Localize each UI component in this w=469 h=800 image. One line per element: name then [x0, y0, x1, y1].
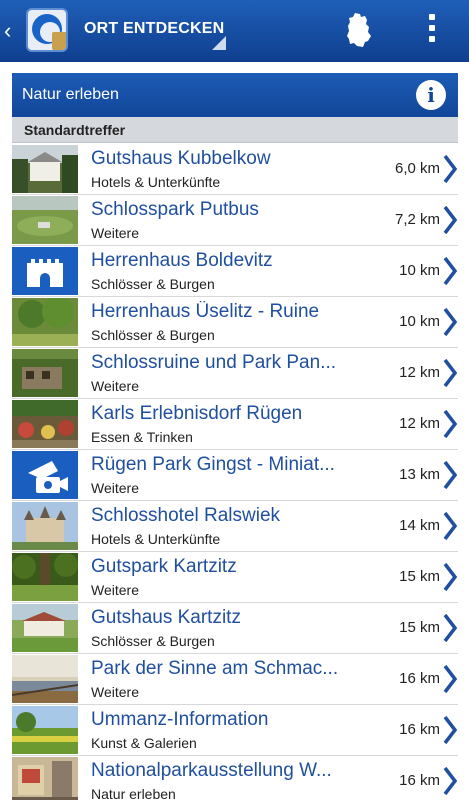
item-distance: 14 km	[399, 517, 440, 534]
item-name: Gutshaus Kubbelkow	[91, 148, 271, 169]
item-category: Weitere	[91, 480, 139, 496]
germany-map-icon[interactable]	[346, 12, 372, 48]
list-item[interactable]: Herrenhaus Boldevitz Schlösser & Burgen …	[12, 246, 458, 297]
item-distance: 15 km	[399, 568, 440, 585]
camera-icon	[12, 451, 78, 499]
list-item[interactable]: Schlossruine und Park Pan... Weitere 12 …	[12, 348, 458, 399]
overflow-menu-icon[interactable]	[426, 14, 438, 46]
app-logo-icon[interactable]	[26, 8, 68, 52]
item-distance: 10 km	[399, 313, 440, 330]
chevron-right-icon	[443, 460, 458, 490]
item-distance: 10 km	[399, 262, 440, 279]
thumbnail-image	[12, 196, 78, 244]
item-name: Ummanz-Information	[91, 709, 269, 730]
thumbnail-image	[12, 298, 78, 346]
list-item[interactable]: Gutshaus Kubbelkow Hotels & Unterkünfte …	[12, 144, 458, 195]
item-category: Schlösser & Burgen	[91, 276, 215, 292]
section-title: Natur erleben	[22, 86, 119, 103]
item-category: Hotels & Unterkünfte	[91, 531, 221, 547]
action-bar: ‹ ORT ENTDECKEN	[0, 0, 469, 62]
item-distance: 7,2 km	[394, 211, 440, 228]
item-distance: 12 km	[399, 415, 440, 432]
thumbnail-image	[12, 655, 78, 703]
list-item[interactable]: Park der Sinne am Schmac... Weitere 16 k…	[12, 654, 458, 705]
item-category: Weitere	[91, 684, 139, 700]
item-name: Gutspark Kartzitz	[91, 556, 237, 577]
item-name: Karls Erlebnisdorf Rügen	[91, 403, 303, 424]
group-title: Standardtreffer	[24, 122, 126, 138]
item-category: Weitere	[91, 378, 139, 394]
list-item[interactable]: Karls Erlebnisdorf Rügen Essen & Trinken…	[12, 399, 458, 450]
item-category: Hotels & Unterkünfte	[91, 174, 221, 190]
item-distance: 15 km	[399, 619, 440, 636]
group-header: Standardtreffer	[12, 117, 458, 143]
chevron-right-icon	[443, 664, 458, 694]
list-item[interactable]: Nationalparkausstellung W... Natur erleb…	[12, 756, 458, 800]
section-header: Natur erleben i	[12, 73, 458, 117]
thumbnail-image	[12, 349, 78, 397]
item-name: Park der Sinne am Schmac...	[91, 658, 339, 679]
app-title[interactable]: ORT ENTDECKEN	[84, 20, 224, 38]
item-name: Rügen Park Gingst - Miniat...	[91, 454, 335, 475]
item-category: Natur erleben	[91, 786, 176, 800]
item-category: Weitere	[91, 225, 139, 241]
thumbnail-image	[12, 145, 78, 193]
item-category: Schlösser & Burgen	[91, 633, 215, 649]
item-category: Essen & Trinken	[91, 429, 193, 445]
list-item[interactable]: Gutspark Kartzitz Weitere 15 km	[12, 552, 458, 603]
chevron-right-icon	[443, 613, 458, 643]
castle-icon	[12, 247, 78, 295]
chevron-right-icon	[443, 256, 458, 286]
item-name: Schlosshotel Ralswiek	[91, 505, 281, 526]
list-item[interactable]: Schlosspark Putbus Weitere 7,2 km	[12, 195, 458, 246]
thumbnail-image	[12, 502, 78, 550]
thumbnail-image	[12, 757, 78, 800]
item-distance: 16 km	[399, 670, 440, 687]
thumbnail-image	[12, 553, 78, 601]
list-item[interactable]: Ummanz-Information Kunst & Galerien 16 k…	[12, 705, 458, 756]
chevron-right-icon	[443, 511, 458, 541]
item-name: Schlosspark Putbus	[91, 199, 259, 220]
item-distance: 6,0 km	[394, 160, 440, 177]
item-category: Weitere	[91, 582, 139, 598]
item-distance: 16 km	[399, 772, 440, 789]
item-name: Nationalparkausstellung W...	[91, 760, 332, 781]
chevron-right-icon	[443, 562, 458, 592]
list-item[interactable]: Gutshaus Kartzitz Schlösser & Burgen 15 …	[12, 603, 458, 654]
info-icon[interactable]: i	[416, 80, 446, 110]
item-category: Kunst & Galerien	[91, 735, 197, 751]
item-name: Schlossruine und Park Pan...	[91, 352, 337, 373]
chevron-right-icon	[443, 307, 458, 337]
list-item[interactable]: Schlosshotel Ralswiek Hotels & Unterkünf…	[12, 501, 458, 552]
item-name: Gutshaus Kartzitz	[91, 607, 241, 628]
item-category: Schlösser & Burgen	[91, 327, 215, 343]
item-name: Herrenhaus Üselitz - Ruine	[91, 301, 320, 322]
chevron-right-icon	[443, 205, 458, 235]
results-list: Gutshaus Kubbelkow Hotels & Unterkünfte …	[12, 144, 458, 800]
chevron-right-icon	[443, 715, 458, 745]
thumbnail-image	[12, 706, 78, 754]
chevron-right-icon	[443, 154, 458, 184]
spinner-indicator-icon	[212, 36, 226, 50]
list-item[interactable]: Herrenhaus Üselitz - Ruine Schlösser & B…	[12, 297, 458, 348]
item-name: Herrenhaus Boldevitz	[91, 250, 273, 271]
thumbnail-image	[12, 400, 78, 448]
item-distance: 16 km	[399, 721, 440, 738]
chevron-right-icon	[443, 358, 458, 388]
chevron-right-icon	[443, 766, 458, 796]
thumbnail-image	[12, 604, 78, 652]
chevron-left-icon[interactable]: ‹	[4, 18, 18, 44]
list-item[interactable]: Rügen Park Gingst - Miniat... Weitere 13…	[12, 450, 458, 501]
item-distance: 13 km	[399, 466, 440, 483]
chevron-right-icon	[443, 409, 458, 439]
item-distance: 12 km	[399, 364, 440, 381]
